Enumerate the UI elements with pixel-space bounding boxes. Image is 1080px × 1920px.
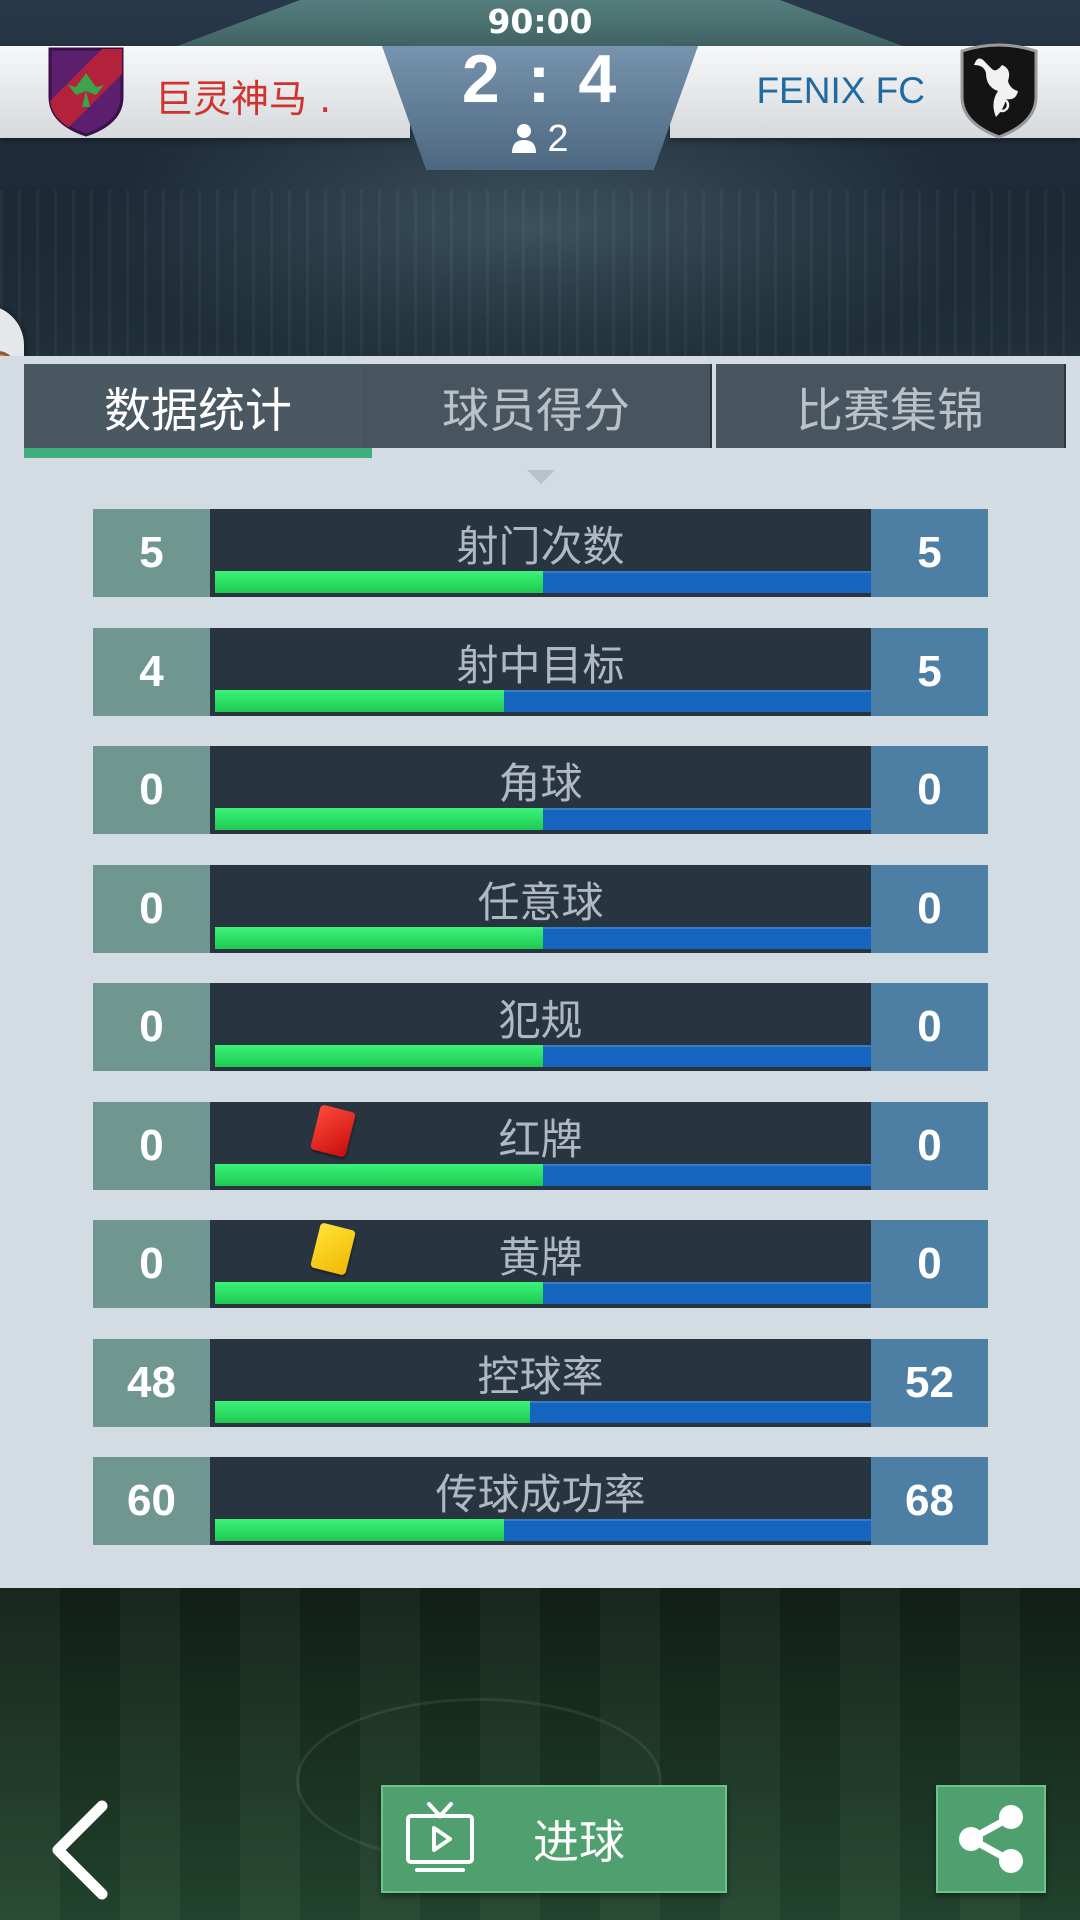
stat-comparison-bar [215, 1519, 871, 1541]
home-share-fill [215, 571, 543, 593]
stat-comparison-bar [215, 1045, 871, 1067]
stat-bar-panel: 任意球 [210, 864, 871, 953]
away-stat-value: 0 [871, 864, 988, 953]
stat-label: 射门次数 [456, 522, 625, 571]
share-button[interactable] [936, 1785, 1046, 1893]
away-stat-value: 0 [871, 983, 988, 1071]
away-stat-value: 0 [871, 1220, 988, 1308]
away-team-name: FENIX FC [756, 70, 925, 111]
home-stat-value: 0 [93, 746, 210, 834]
share-icon [959, 1805, 1023, 1873]
stat-label: 传球成功率 [435, 1470, 646, 1519]
tab-player-ratings[interactable]: 球员得分 [362, 364, 712, 448]
away-stat-value: 5 [871, 627, 988, 716]
tab-label: 数据统计 [104, 383, 292, 439]
away-stat-value: 0 [871, 1101, 988, 1190]
person-icon [512, 124, 537, 153]
home-stat-value: 0 [93, 983, 210, 1071]
home-share-fill [215, 1400, 530, 1423]
home-share-fill [215, 1163, 543, 1186]
back-arrow-icon[interactable] [44, 1800, 124, 1900]
home-stat-value: 5 [93, 509, 210, 597]
stat-row: 48 控球率 52 [93, 1338, 988, 1427]
stat-bar-panel: 射中目标 [210, 627, 871, 716]
stat-bar-panel: 犯规 [210, 983, 871, 1071]
stat-row: 0 黄牌 0 [93, 1220, 988, 1308]
away-score: 4 [578, 41, 619, 117]
match-timer: 90:00 [487, 2, 593, 41]
stat-comparison-bar [215, 1400, 871, 1423]
stat-row: 0 角球 0 [93, 746, 988, 834]
goals-button-label: 进球 [533, 1815, 625, 1869]
home-stat-value: 60 [93, 1457, 210, 1545]
stat-bar-panel: 角球 [210, 746, 871, 834]
stat-row: 0 任意球 0 [93, 864, 988, 953]
stat-bar-panel: 黄牌 [210, 1220, 871, 1308]
stat-label: 犯规 [498, 996, 583, 1045]
stat-comparison-bar [215, 1163, 871, 1186]
scoreboard: 2:4 [382, 40, 698, 118]
stat-row: 0 犯规 0 [93, 983, 988, 1071]
stat-comparison-bar [215, 808, 871, 830]
spectator-count-value: 2 [547, 118, 569, 160]
away-stat-value: 5 [871, 509, 988, 597]
home-share-fill [215, 808, 543, 830]
stat-label: 控球率 [477, 1351, 604, 1401]
stats-panel: 数据统计 球员得分 比赛集锦 5 射门次数 5 4 射中目标 5 0 角球 0 0 任意球 0 0 犯规 0… [0, 356, 1080, 1588]
stadium-stands [0, 190, 1080, 360]
tab-label: 比赛集锦 [796, 383, 984, 439]
home-team-crest-icon [48, 47, 124, 137]
stat-bar-panel: 射门次数 [210, 509, 871, 597]
away-stat-value: 0 [871, 746, 988, 834]
home-share-fill [215, 1282, 543, 1304]
away-stat-value: 68 [871, 1457, 988, 1545]
home-stat-value: 0 [93, 1220, 210, 1308]
home-share-fill [215, 926, 543, 949]
home-team-name: 巨灵神马 . [155, 77, 332, 121]
away-stat-value: 52 [871, 1338, 988, 1427]
spectator-count: 2 [382, 118, 698, 161]
home-stat-value: 0 [93, 1101, 210, 1190]
home-share-fill [215, 1519, 504, 1541]
home-share-fill [215, 1045, 543, 1067]
tab-statistics[interactable]: 数据统计 [24, 364, 374, 458]
goals-replay-button[interactable]: 进球 [381, 1785, 727, 1893]
stat-row: 4 射中目标 5 [93, 627, 988, 716]
away-team-crest-icon [960, 43, 1038, 139]
stat-bar-panel: 红牌 [210, 1101, 871, 1190]
stat-row: 5 射门次数 5 [93, 509, 988, 597]
tab-label: 球员得分 [442, 383, 630, 439]
tab-highlights[interactable]: 比赛集锦 [716, 364, 1066, 448]
home-stat-value: 0 [93, 864, 210, 953]
stat-comparison-bar [215, 571, 871, 593]
stat-row: 60 传球成功率 68 [93, 1457, 988, 1545]
stat-label: 角球 [498, 759, 583, 808]
tab-bar: 数据统计 球员得分 比赛集锦 [24, 364, 1070, 458]
home-score: 2 [461, 41, 502, 117]
home-stat-value: 4 [93, 627, 210, 716]
home-share-fill [215, 689, 504, 712]
score-separator: : [527, 41, 553, 117]
tv-play-icon [406, 1802, 474, 1872]
stat-row: 0 红牌 0 [93, 1101, 988, 1190]
home-stat-value: 48 [93, 1338, 210, 1427]
stat-label: 任意球 [477, 877, 604, 927]
stat-comparison-bar [215, 926, 871, 949]
stat-bar-panel: 控球率 [210, 1338, 871, 1427]
tab-pointer-icon [527, 470, 555, 484]
stat-label: 射中目标 [456, 640, 625, 690]
stat-bar-panel: 传球成功率 [210, 1457, 871, 1545]
stat-label: 黄牌 [498, 1233, 583, 1282]
stat-comparison-bar [215, 689, 871, 712]
stat-comparison-bar [215, 1282, 871, 1304]
stat-label: 红牌 [498, 1114, 583, 1164]
